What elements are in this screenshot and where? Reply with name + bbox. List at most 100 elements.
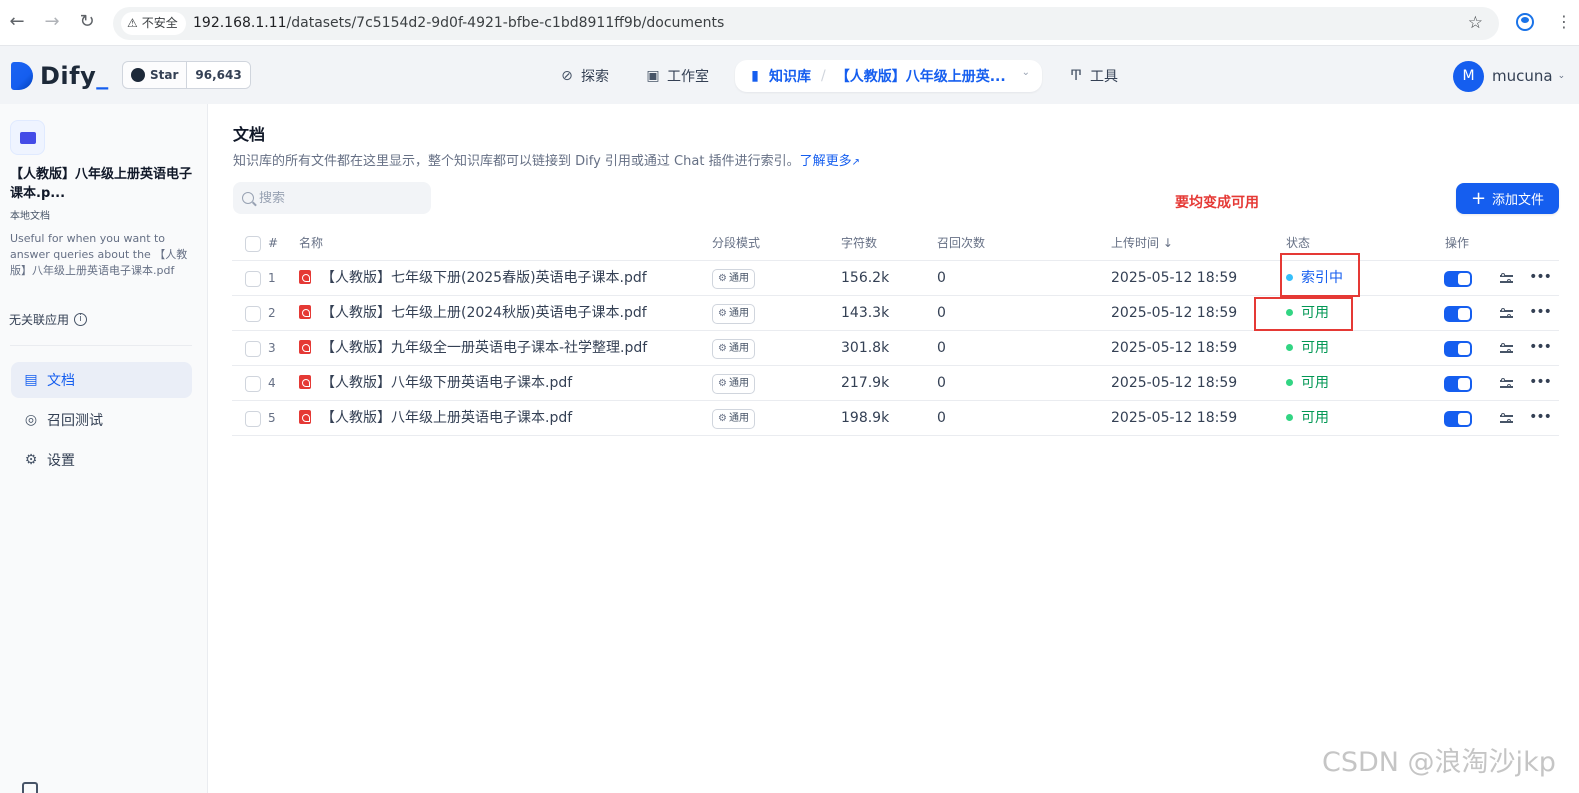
document-name-text: 【人教版】八年级下册英语电子课本.pdf [321,375,573,391]
document-name[interactable]: 【人教版】七年级下册(2025春版)英语电子课本.pdf [299,261,647,296]
gear-icon: ⚙ [24,452,38,468]
search-icon [242,192,254,204]
search-box[interactable] [233,182,431,214]
settings-sliders-icon[interactable] [1499,411,1515,427]
gear-icon: ⚙ [718,307,727,319]
col-mode: 分段模式 [712,236,761,250]
url-text[interactable]: 192.168.1.11/datasets/7c5154d2-9d0f-4921… [193,7,724,40]
settings-sliders-icon[interactable] [1499,341,1515,357]
sidebar-item-settings[interactable]: ⚙ 设置 [11,442,192,478]
nav-explore-label: 探索 [581,69,609,85]
nav-studio[interactable]: ▣ 工作室 [645,60,709,92]
row-number: 1 [268,271,276,285]
dataset-type: 本地文档 [10,211,50,222]
recall-count: 0 [937,340,946,356]
dify-logo-text: Dify_ [40,62,109,90]
select-all-checkbox[interactable] [245,236,261,252]
status-badge: 可用 [1286,331,1329,366]
enable-toggle[interactable] [1444,341,1472,357]
chevron-down-icon[interactable]: ⌄ [1022,67,1030,78]
document-name[interactable]: 【人教版】九年级全一册英语电子课本-社学整理.pdf [299,331,647,366]
row-checkbox[interactable] [245,306,261,322]
linked-apps-label: 无关联应用 [9,313,70,327]
nav-current-dataset[interactable]: 【人教版】八年级上册英... [836,66,1006,86]
collapse-sidebar-icon[interactable] [22,782,38,793]
gear-icon: ⚙ [718,272,727,284]
learn-more-link[interactable]: 了解更多↗ [800,154,860,169]
bookmark-star-icon[interactable]: ☆ [1468,7,1483,40]
settings-sliders-icon[interactable] [1499,306,1515,322]
col-chars: 字符数 [841,236,878,250]
page-description: 知识库的所有文件都在这里显示，整个知识库都可以链接到 Dify 引用或通过 Ch… [233,150,860,169]
sidebar-item-retrieval-test[interactable]: ◎ 召回测试 [11,402,192,438]
settings-sliders-icon[interactable] [1499,376,1515,392]
watermark: CSDN @浪淘沙jkp [1322,747,1556,778]
more-options-icon[interactable]: ••• [1528,261,1552,296]
reload-icon[interactable]: ↻ [76,11,98,33]
segment-mode: ⚙ 通用 [712,261,755,296]
dataset-description: Useful for when you want to answer queri… [10,232,188,277]
avatar: M [1453,60,1484,92]
linked-apps: 无关联应用 i [9,311,88,328]
profile-icon[interactable] [1516,13,1534,31]
mode-badge: ⚙ 通用 [712,303,755,324]
char-count: 301.8k [841,340,890,356]
table-row[interactable]: 4 【人教版】八年级下册英语电子课本.pdf ⚙ 通用 217.9k 0 2025-05-1… [232,366,1559,401]
document-name[interactable]: 【人教版】八年级下册英语电子课本.pdf [299,366,572,401]
table-row[interactable]: 2 【人教版】七年级上册(2024秋版)英语电子课本.pdf ⚙ 通用 143.3k 0 2… [232,296,1559,331]
table-row[interactable]: 3 【人教版】九年级全一册英语电子课本-社学整理.pdf ⚙ 通用 301.8k 0 202… [232,331,1559,366]
row-checkbox[interactable] [245,341,261,357]
row-checkbox[interactable] [245,271,261,287]
security-chip[interactable]: ⚠ 不安全 [121,12,186,35]
tools-icon: Ͳ [1069,68,1083,84]
nav-tools[interactable]: Ͳ 工具 [1068,60,1118,92]
segment-mode: ⚙ 通用 [712,366,755,401]
compass-icon: ⊘ [561,68,573,84]
nav-knowledge[interactable]: ▮ 知识库 / 【人教版】八年级上册英... ⌄ [735,60,1042,92]
table-row[interactable]: 5 【人教版】八年级上册英语电子课本.pdf ⚙ 通用 198.9k 0 2025-05-1… [232,401,1559,436]
status-label: 可用 [1301,340,1329,356]
nav-explore[interactable]: ⊘ 探索 [559,60,609,92]
mode-badge-label: 通用 [728,342,749,354]
document-name[interactable]: 【人教版】七年级上册(2024秋版)英语电子课本.pdf [299,296,647,331]
forward-icon[interactable]: → [41,11,63,33]
github-star-button[interactable]: Star 96,643 [122,61,251,89]
search-input[interactable] [259,190,419,206]
mode-badge-label: 通用 [728,377,749,389]
recall-count: 0 [937,375,946,391]
enable-toggle[interactable] [1444,306,1472,322]
document-name[interactable]: 【人教版】八年级上册英语电子课本.pdf [299,401,572,436]
settings-sliders-icon[interactable] [1499,271,1515,287]
chevron-down-icon: ⌄ [1557,71,1566,81]
url-path: /datasets/7c5154d2-9d0f-4921-bfbe-c1bd89… [286,15,725,31]
pdf-icon [299,375,311,389]
row-number: 3 [268,341,276,355]
char-count: 156.2k [841,270,890,286]
document-name-text: 【人教版】八年级上册英语电子课本.pdf [321,410,573,426]
mode-badge-label: 通用 [728,307,749,319]
enable-toggle[interactable] [1444,411,1472,427]
github-icon [131,68,145,82]
recall-count: 0 [937,410,946,426]
more-options-icon[interactable]: ••• [1528,366,1552,401]
col-upload-time[interactable]: 上传时间 ↓ [1111,226,1173,261]
back-icon[interactable]: ← [6,11,28,33]
row-checkbox[interactable] [245,411,261,427]
enable-toggle[interactable] [1444,376,1472,392]
info-icon[interactable]: i [74,313,88,326]
more-options-icon[interactable]: ••• [1528,296,1552,331]
sidebar-item-documents[interactable]: ▤ 文档 [11,362,192,398]
app-header: Dify_ Star 96,643 ⊘ 探索 ▣ 工作室 ▮ 知识库 / 【人教版】八… [0,46,1579,104]
dataset-sidebar: 【人教版】八年级上册英语电子课本.p... 本地文档 Useful for wh… [0,104,208,793]
enable-toggle[interactable] [1444,271,1472,287]
user-menu[interactable]: M mucuna ⌄ [1453,60,1565,92]
address-bar[interactable]: ⚠ 不安全 192.168.1.11/datasets/7c5154d2-9d0f… [113,7,1499,40]
row-checkbox[interactable] [245,376,261,392]
dify-logo[interactable]: Dify_ [11,60,109,92]
more-options-icon[interactable]: ••• [1528,331,1552,366]
upload-time: 2025-05-12 18:59 [1111,375,1238,391]
row-number: 2 [268,306,276,320]
add-file-button[interactable]: + 添加文件 [1456,183,1559,214]
more-options-icon[interactable]: ••• [1528,401,1552,436]
browser-menu-icon[interactable]: ⋮ [1556,12,1572,32]
